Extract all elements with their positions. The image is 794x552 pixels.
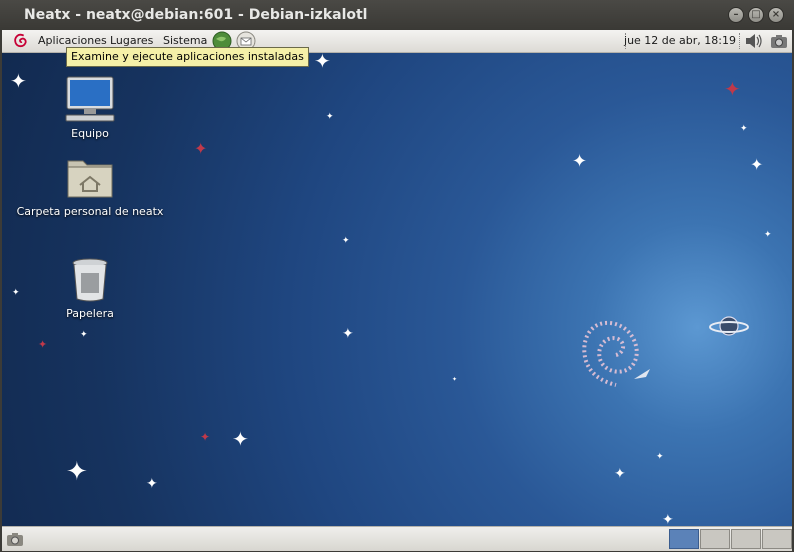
star-decoration: ✦ (740, 124, 748, 134)
menu-lugares[interactable]: Lugares (110, 34, 153, 47)
workspace-4[interactable] (762, 529, 792, 549)
star-decoration: ✦ (572, 151, 588, 172)
star-decoration: ✦ (342, 236, 350, 246)
workspace-2[interactable] (700, 529, 730, 549)
home-folder-icon (67, 160, 113, 198)
show-desktop-icon[interactable] (6, 531, 24, 547)
desktop-icon-label: Papelera (66, 307, 114, 320)
star-decoration: ✦ (656, 452, 664, 462)
star-decoration: ✦ (614, 466, 626, 482)
debian-logo-icon[interactable] (12, 32, 30, 50)
minimize-button[interactable]: – (728, 7, 744, 23)
tooltip: Examine y ejecute aplicaciones instalada… (66, 47, 309, 67)
window-controls: – □ × (728, 7, 784, 23)
star-decoration: ✦ (38, 338, 48, 351)
screenshot-icon[interactable] (770, 33, 788, 49)
desktop[interactable]: ✦ ✦ ✦ ✦ ✦ ✦ ✦ ✦ ✦ ✦ ✦ ✦ ✦ ✦ ✦ ✦ ✦ ✦ ✦ ✦ … (2, 53, 792, 526)
star-decoration: ✦ (200, 430, 211, 444)
menu-sistema[interactable]: Sistema (163, 34, 207, 47)
star-decoration: ✦ (146, 476, 158, 492)
desktop-icon-papelera[interactable]: Papelera (15, 257, 165, 320)
maximize-button[interactable]: □ (748, 7, 764, 23)
panel-separator (739, 33, 742, 49)
galaxy-swirl-illustration (582, 320, 650, 387)
star-decoration: ✦ (314, 53, 331, 73)
star-decoration: ✦ (80, 330, 88, 340)
panel-clock[interactable]: jue 12 de abr, 18:19 (624, 34, 736, 47)
star-decoration: ✦ (724, 77, 741, 101)
star-decoration: ✦ (194, 139, 208, 158)
star-decoration: ✦ (662, 512, 674, 526)
star-decoration: ✦ (66, 457, 88, 487)
window-titlebar[interactable]: Neatx - neatx@debian:601 - Debian-izkalo… (0, 0, 794, 30)
window-title: Neatx - neatx@debian:601 - Debian-izkalo… (24, 7, 368, 23)
workspace-1[interactable] (669, 529, 699, 549)
desktop-icon-label: Equipo (71, 127, 109, 140)
volume-icon[interactable] (744, 32, 764, 50)
workspace-3[interactable] (731, 529, 761, 549)
desktop-icon-carpeta-personal[interactable]: Carpeta personal de neatx (15, 155, 165, 218)
star-decoration: ✦ (750, 155, 764, 174)
bottom-panel (2, 526, 792, 551)
desktop-icon-equipo[interactable]: Equipo (15, 75, 165, 140)
star-decoration: ✦ (452, 376, 458, 383)
trash-icon (72, 258, 108, 302)
star-decoration: ✦ (764, 230, 772, 240)
workspace-switcher (668, 529, 792, 549)
star-decoration: ✦ (326, 112, 334, 122)
menu-aplicaciones[interactable]: Aplicaciones (38, 34, 107, 47)
planet-illustration (709, 316, 749, 336)
desktop-icon-label: Carpeta personal de neatx (16, 205, 164, 218)
computer-icon (65, 76, 115, 122)
star-decoration: ✦ (232, 427, 249, 451)
close-button[interactable]: × (768, 7, 784, 23)
star-decoration: ✦ (342, 326, 354, 342)
